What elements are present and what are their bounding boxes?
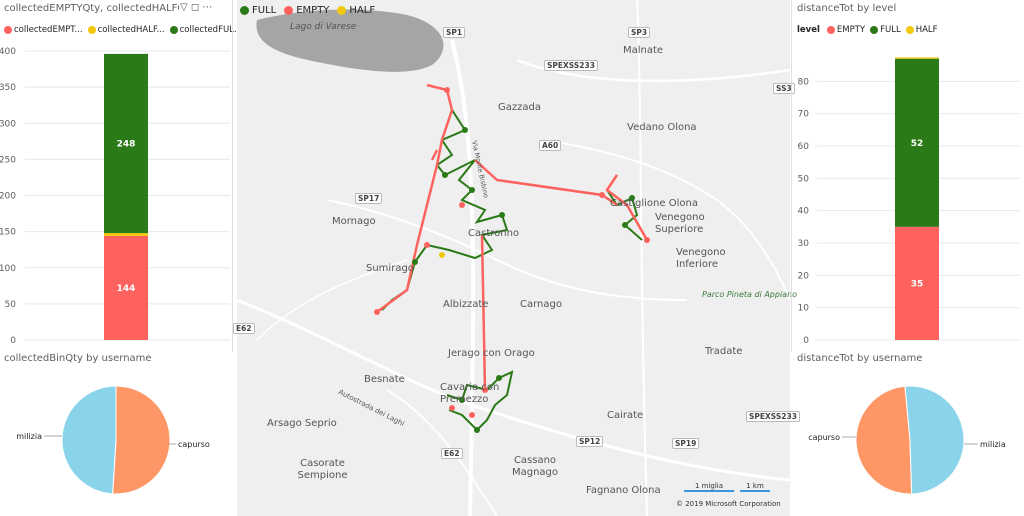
pie-slice-milizia	[904, 385, 965, 495]
map-legend-dot-empty	[284, 5, 294, 15]
y-tick-label: 300	[0, 119, 16, 129]
map-legend-dot-half	[337, 5, 347, 15]
y-tick-label: 350	[0, 83, 16, 93]
town-label: Venegono Inferiore	[676, 247, 726, 270]
data-label: 35	[911, 279, 924, 289]
y-tick-label: 50	[5, 300, 17, 310]
y-tick-label: 10	[798, 304, 810, 314]
road-shield: SP3	[628, 27, 651, 38]
town-label: Carnago	[520, 299, 562, 310]
town-label: Cairate	[607, 410, 644, 421]
y-tick-label: 40	[798, 207, 810, 217]
distance-level-bar-chart: 0 10 20 30 40 50 60 70 80 35 52	[798, 57, 1020, 346]
map-credit: © 2019 Microsoft Corporation	[676, 500, 781, 508]
data-label: 144	[117, 284, 136, 294]
y-tick-label: 60	[798, 142, 810, 152]
town-label: Casorate Sempione	[297, 458, 348, 481]
y-tick-label: 20	[798, 271, 810, 281]
pie-slice-capurso	[855, 385, 913, 495]
y-tick-label: 150	[0, 228, 16, 238]
map-legend-label: FULL	[252, 5, 277, 16]
y-tick-label: 50	[798, 174, 810, 184]
town-label: Tradate	[705, 346, 743, 357]
town-label: Besnate	[364, 374, 405, 385]
pie-label: capurso	[178, 440, 210, 449]
town-label: Gazzada	[498, 102, 541, 113]
collected-qty-visual[interactable]: collectedEMPTYQty, collectedHALFQty ar ▽…	[0, 0, 242, 352]
map-legend-item-empty[interactable]: EMPTY	[284, 5, 329, 16]
town-label: Cassano Magnago	[511, 455, 559, 478]
town-label: Mornago	[332, 216, 376, 227]
map-road	[636, 0, 648, 516]
y-tick-label: 250	[0, 155, 16, 165]
map-legend-label: HALF	[349, 5, 376, 16]
y-tick-label: 70	[798, 110, 810, 120]
town-label: Castiglione Olona	[610, 198, 698, 209]
y-tick-label: 0	[803, 336, 809, 346]
town-label: Albizzate	[443, 299, 489, 310]
road-shield: SP1	[443, 27, 466, 38]
road-shield: SP12	[576, 436, 604, 447]
map-road	[237, 298, 790, 482]
pie-label: capurso	[808, 433, 840, 442]
distance-by-user-visual[interactable]: distanceTot by username capurso milizia	[792, 352, 1024, 516]
pie-slice-milizia	[61, 385, 117, 495]
town-label: Castronno	[468, 228, 520, 239]
road-shield: SP17	[355, 193, 383, 204]
bin-qty-by-user-visual[interactable]: collectedBinQty by username capurso miliz…	[0, 352, 234, 516]
route-half-marker	[439, 252, 445, 258]
bar-segment-collectedhalf-	[104, 233, 148, 236]
road-shield: SPEXSS233	[544, 60, 598, 71]
bin-qty-pie-chart: capurso milizia	[16, 385, 210, 495]
map-legend: FULL EMPTY HALF	[240, 5, 375, 16]
road-shield: A60	[539, 140, 562, 151]
data-label: 52	[911, 139, 924, 149]
y-tick-label: 200	[0, 192, 16, 202]
road-shield: E62	[441, 448, 463, 459]
collected-qty-bar-chart: 0 50 100 150 200 250 300 350 400 144 248	[0, 47, 230, 346]
data-label: 248	[117, 139, 136, 149]
distance-by-level-visual[interactable]: distanceTot by level level EMPTY FULL HA…	[792, 0, 1024, 352]
map-legend-item-half[interactable]: HALF	[337, 5, 375, 16]
town-label: Arsago Seprio	[267, 418, 337, 429]
y-tick-label: 400	[0, 47, 16, 57]
road-shield: E62	[233, 323, 255, 334]
route-full	[381, 109, 643, 432]
town-label: Venegono Superiore	[655, 212, 705, 235]
divider-left	[232, 0, 233, 352]
map-legend-item-full[interactable]: FULL	[240, 5, 276, 16]
y-tick-label: 0	[10, 336, 16, 346]
pie-label: milizia	[16, 432, 42, 441]
town-label: Vedano Olona	[627, 122, 697, 133]
map-legend-dot-full	[240, 5, 249, 15]
y-tick-label: 30	[798, 239, 810, 249]
bar-segment-half	[895, 57, 939, 59]
y-tick-label: 100	[0, 264, 16, 274]
pie-label: milizia	[980, 440, 1006, 449]
lake-shape	[256, 9, 444, 72]
road-shield: SP19	[672, 438, 700, 449]
y-tick-label: 80	[798, 77, 810, 87]
distance-user-pie-chart: capurso milizia	[808, 385, 1006, 495]
town-label: Cavaria con Premezzo	[440, 382, 500, 405]
town-label: Lago di Varese	[290, 22, 357, 32]
town-label: Fagnano Olona	[586, 485, 661, 496]
town-label: Malnate	[623, 45, 664, 56]
map-legend-label: EMPTY	[296, 5, 330, 16]
town-label: Jerago con Orago	[448, 348, 535, 359]
town-label: Sumirago	[366, 263, 414, 274]
map-road	[450, 39, 476, 516]
town-label: Parco Pineta di Appiano	[702, 290, 798, 299]
pie-slice-capurso	[112, 385, 171, 495]
map-scale-km: 1 km	[740, 482, 770, 492]
map-scale-miles: 1 miglia	[684, 482, 734, 492]
